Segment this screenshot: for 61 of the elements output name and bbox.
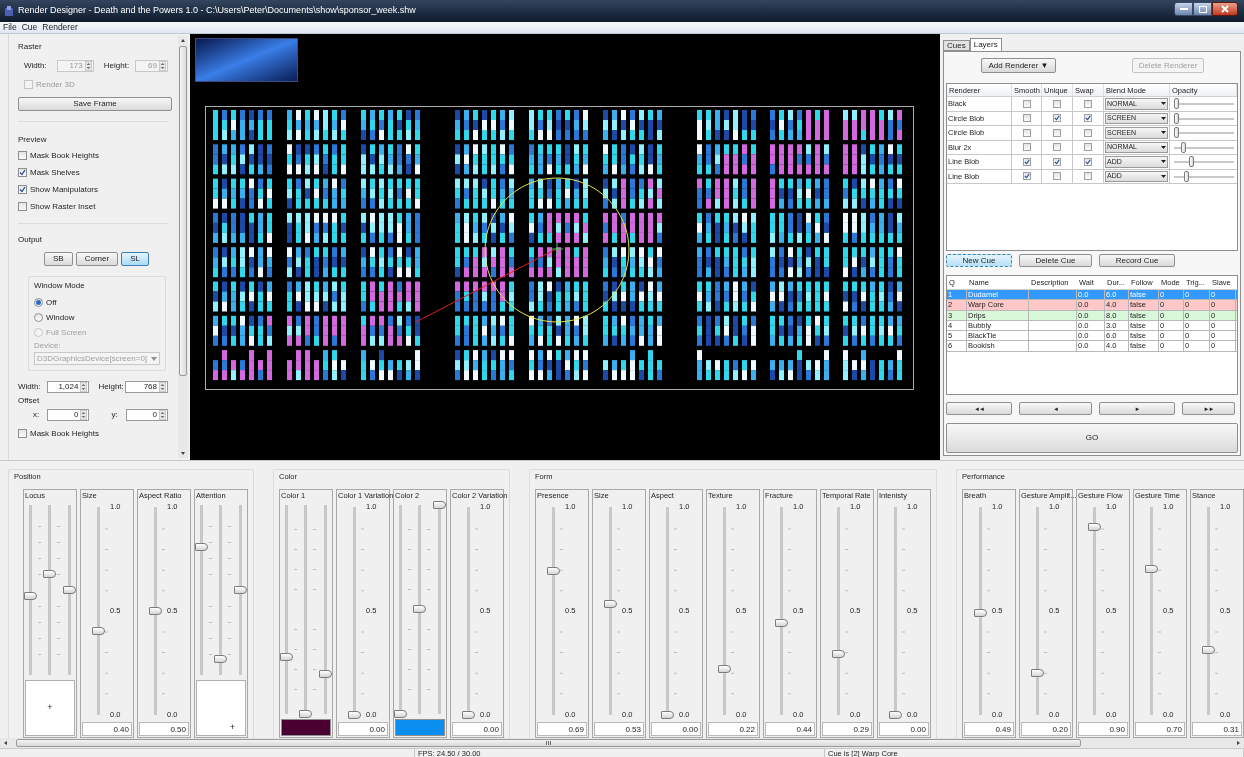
value-field[interactable]: 0.90 bbox=[1078, 721, 1128, 736]
menu-item[interactable]: Renderer bbox=[42, 23, 78, 32]
value-field[interactable]: 0.50 bbox=[139, 721, 189, 736]
value-field[interactable]: 0.31 bbox=[1192, 721, 1242, 736]
number-field: 173 bbox=[56, 60, 94, 72]
field-label: Height: bbox=[103, 60, 131, 72]
section-title: Raster bbox=[18, 43, 43, 51]
output-button[interactable]: SL bbox=[121, 252, 149, 266]
field-label: Width: bbox=[18, 381, 42, 393]
value-field[interactable]: 0.40 bbox=[82, 721, 132, 736]
tab[interactable]: Layers bbox=[969, 38, 1002, 51]
group-title: Window Mode bbox=[34, 280, 86, 292]
pad-marker: + bbox=[47, 703, 53, 712]
position-pad[interactable]: + bbox=[25, 679, 75, 736]
checkbox-label: Show Manipulators bbox=[30, 185, 99, 194]
checkbox-label: Show Raster Inset bbox=[30, 202, 96, 211]
cue-button[interactable]: Record Cue bbox=[1099, 254, 1175, 267]
value-field[interactable]: 0.22 bbox=[708, 721, 758, 736]
field-label: Width: bbox=[24, 60, 48, 72]
value-field[interactable]: 0.20 bbox=[1021, 721, 1071, 736]
go-button[interactable]: GO bbox=[946, 423, 1238, 453]
value-field[interactable]: 0.49 bbox=[964, 721, 1014, 736]
value-field[interactable]: 0.00 bbox=[338, 721, 388, 736]
number-field[interactable]: 768 bbox=[125, 381, 168, 393]
checkbox-label: Mask Book Heights bbox=[30, 429, 99, 438]
window-title: Render Designer - Death and the Powers 1.0 - C:\Users\Peter\Documents\show\sponsor_week.shw bbox=[18, 4, 416, 18]
cue-button[interactable]: New Cue bbox=[946, 254, 1012, 267]
value-field[interactable]: 0.69 bbox=[537, 721, 587, 736]
field-label: x: bbox=[31, 409, 41, 421]
value-field[interactable]: 0.53 bbox=[594, 721, 644, 736]
section-title: Preview bbox=[18, 136, 48, 144]
checkbox-label: Render 3D bbox=[36, 80, 75, 89]
radio-label: Full Screen bbox=[46, 328, 87, 337]
checkbox-label: Mask Shelves bbox=[30, 168, 80, 177]
number-field[interactable]: 1,024 bbox=[46, 381, 90, 393]
pad-marker: + bbox=[229, 722, 235, 732]
checkbox-label: Mask Book Heights bbox=[30, 151, 99, 160]
section-title: Offset bbox=[18, 397, 41, 405]
device-dropdown: D3DGraphicsDevice[screen=0] bbox=[34, 352, 160, 365]
output-button[interactable]: Corner bbox=[75, 252, 119, 266]
value-field[interactable]: 0.00 bbox=[651, 721, 701, 736]
value-field[interactable]: 0.44 bbox=[765, 721, 815, 736]
field-label: y: bbox=[110, 409, 119, 421]
menu-item[interactable]: File bbox=[3, 23, 17, 32]
value-field[interactable]: 0.00 bbox=[452, 721, 502, 736]
value-field[interactable]: 0.70 bbox=[1135, 721, 1185, 736]
field-label: Device: bbox=[34, 340, 62, 352]
position-pad[interactable]: + bbox=[196, 679, 246, 736]
value-field[interactable]: 0.00 bbox=[879, 721, 929, 736]
number-field[interactable]: 0 bbox=[47, 409, 90, 421]
menu-item[interactable]: Cue bbox=[21, 23, 38, 32]
output-button[interactable]: SB bbox=[44, 252, 73, 266]
add-renderer-button[interactable]: Add Renderer ▼ bbox=[981, 58, 1056, 73]
radio-label: Window bbox=[46, 313, 75, 322]
value-field[interactable]: 0.29 bbox=[822, 721, 872, 736]
number-field: 69 bbox=[134, 60, 168, 72]
section-title: Output bbox=[18, 236, 43, 244]
radio-label: Off bbox=[46, 298, 57, 307]
field-label: Height: bbox=[98, 381, 125, 393]
cue-button[interactable]: Delete Cue bbox=[1019, 254, 1092, 267]
number-field[interactable]: 0 bbox=[125, 409, 168, 421]
